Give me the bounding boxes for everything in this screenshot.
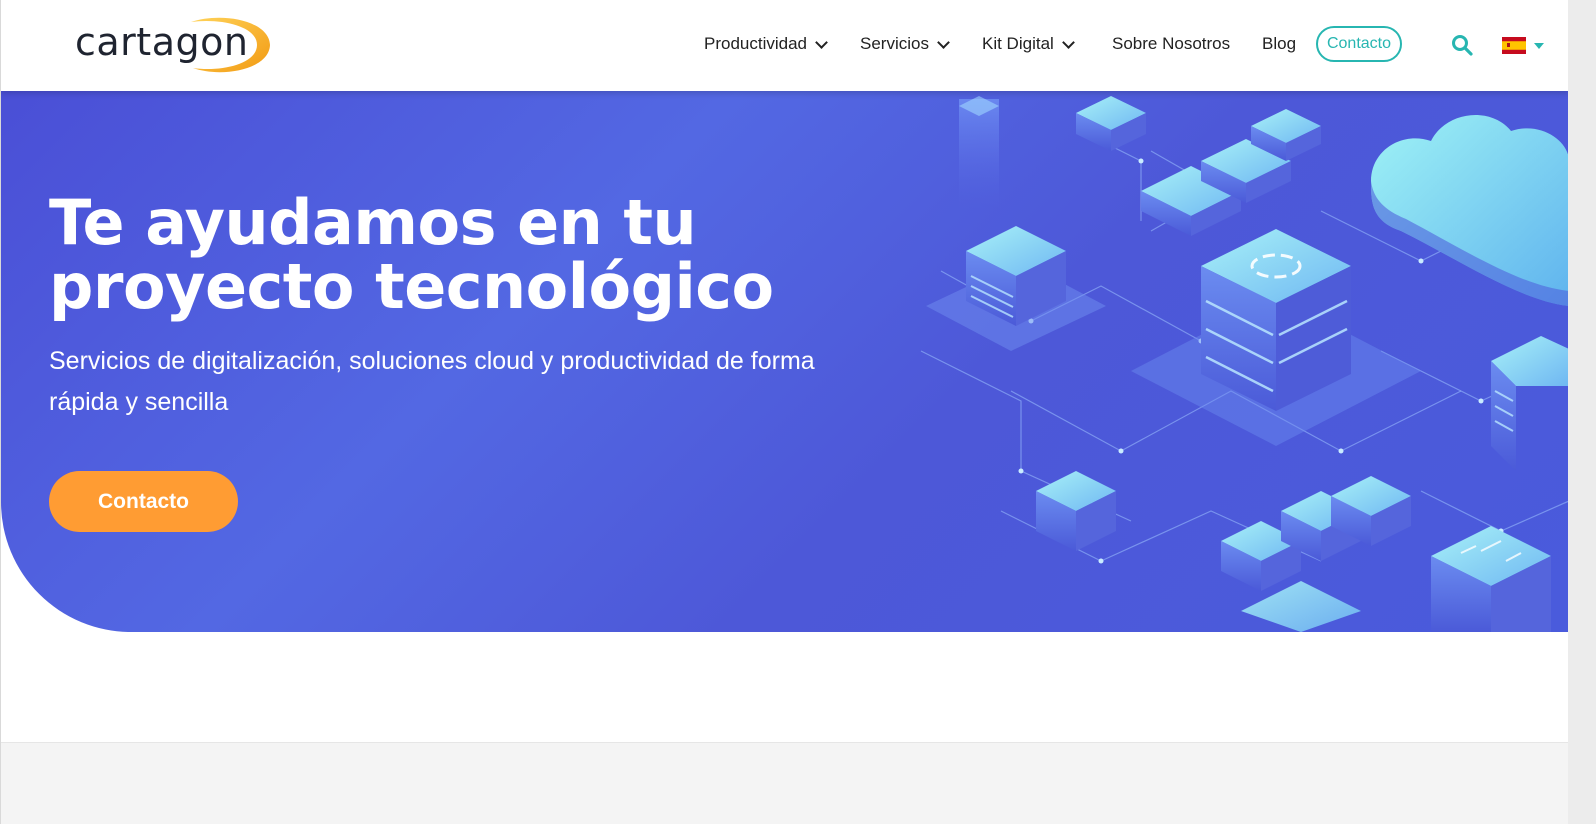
cartagon-logo[interactable]: cartagon (73, 14, 278, 76)
logo-text: cartagon (75, 20, 249, 64)
site-header: cartagon Productividad Servicios Kit Dig… (1, 0, 1568, 91)
nav-productividad[interactable]: Productividad (704, 34, 828, 54)
hero-title: Te ayudamos en tu proyecto tecnológico (49, 186, 774, 323)
header-contact-button[interactable]: Contacto (1316, 26, 1402, 62)
page: cartagon Productividad Servicios Kit Dig… (0, 0, 1568, 824)
nav-label: Productividad (704, 34, 808, 53)
scrollbar-gutter[interactable] (1568, 0, 1596, 824)
spain-flag-icon[interactable] (1502, 37, 1526, 54)
nav-label: Servicios (860, 34, 929, 53)
chevron-down-icon (815, 35, 828, 49)
nav-label: Sobre Nosotros (1112, 34, 1231, 53)
nav-servicios[interactable]: Servicios (860, 34, 950, 54)
hero-contact-button[interactable]: Contacto (49, 471, 238, 532)
nav-label: Blog (1262, 34, 1297, 53)
nav-sobre-nosotros[interactable]: Sobre Nosotros (1112, 34, 1230, 54)
chevron-down-icon (1061, 35, 1075, 49)
language-dropdown-caret-icon[interactable] (1534, 43, 1544, 49)
nav-blog[interactable]: Blog (1262, 34, 1296, 54)
search-icon[interactable] (1451, 34, 1473, 56)
hero-subtitle: Servicios de digitalización, soluciones … (49, 347, 815, 416)
nav-label: Kit Digital (982, 34, 1054, 53)
nav-kit-digital[interactable]: Kit Digital (982, 34, 1075, 54)
isometric-servers-illustration (920, 96, 1568, 632)
hero-section: Te ayudamos en tu proyecto tecnológico S… (1, 91, 1568, 632)
page-bottom-area (1, 742, 1568, 824)
chevron-down-icon (937, 35, 950, 49)
